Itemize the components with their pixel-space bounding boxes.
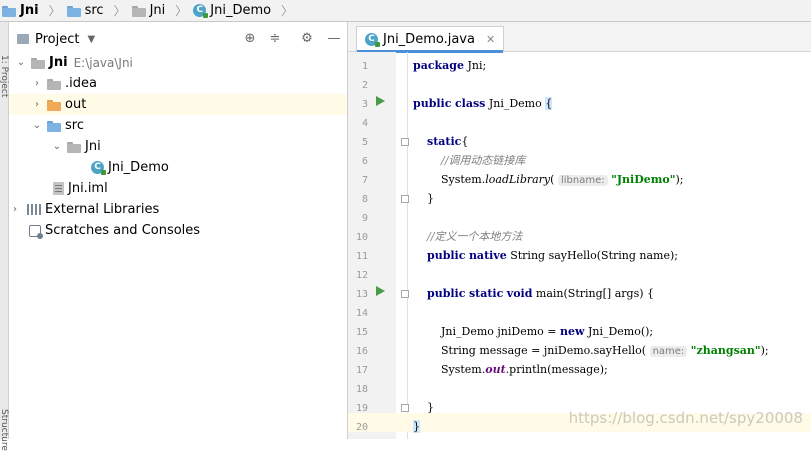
code-line-5: static{ [427, 135, 469, 148]
line-number: 14 [355, 308, 368, 319]
chevron-right-icon[interactable]: › [31, 78, 43, 89]
code-line-8: } [427, 192, 434, 205]
watermark: https://blog.csdn.net/spy20008 [568, 409, 803, 427]
code-line-17: System.out.println(message); [440, 363, 608, 376]
close-icon[interactable]: ✕ [486, 33, 495, 46]
chevron-right-icon: 〉 [48, 4, 61, 18]
tree-item-jni-demo[interactable]: C Jni_Demo [9, 157, 347, 178]
package-folder-icon [131, 5, 146, 17]
line-number: 3 [361, 99, 368, 110]
code-line-10: //定义一个本地方法 [427, 230, 523, 243]
chevron-down-icon[interactable]: ⌄ [51, 141, 63, 152]
code-line-15: Jni_Demo jniDemo = new Jni_Demo(); [440, 325, 654, 338]
parameter-hint: name: [649, 346, 688, 357]
java-class-icon: C [365, 33, 380, 47]
tree-item-src[interactable]: ⌄ src [9, 115, 347, 136]
excluded-folder-icon [47, 99, 61, 111]
code-line-11: public native String sayHello(String nam… [427, 249, 678, 262]
breadcrumb-item-src[interactable]: src 〉 [66, 2, 132, 19]
breadcrumb-item-class[interactable]: C Jni_Demo 〉 [193, 2, 299, 19]
java-class-icon: C [91, 161, 106, 175]
chevron-down-icon[interactable]: ⌄ [15, 57, 27, 68]
tree-item-module-jni[interactable]: ⌄ Jni E:\java\Jni [9, 52, 347, 73]
tree-item-idea[interactable]: › .idea [9, 73, 347, 94]
line-number: 1 [361, 61, 368, 72]
gear-icon[interactable]: ⚙ [299, 31, 315, 47]
project-view-selector[interactable]: Project [35, 32, 79, 47]
line-number: 6 [361, 156, 368, 167]
package-folder-icon [67, 141, 81, 153]
line-number: 18 [355, 384, 368, 395]
module-folder-icon [31, 57, 45, 69]
code-line-13: public static void main(String[] args) { [427, 287, 655, 300]
code-line-1: package Jni; [413, 59, 487, 72]
line-number: 11 [355, 251, 368, 262]
project-icon [17, 34, 29, 44]
line-number: 12 [355, 270, 368, 281]
tree-item-jni-iml[interactable]: Jni.iml [9, 178, 347, 199]
run-icon[interactable] [376, 96, 385, 106]
chevron-right-icon: 〉 [281, 4, 294, 18]
minimize-icon[interactable]: — [326, 31, 342, 47]
line-number: 7 [361, 175, 368, 186]
scratches-icon [29, 224, 43, 239]
chevron-right-icon[interactable]: › [31, 99, 43, 110]
tree-item-package-jni[interactable]: ⌄ Jni [9, 136, 347, 157]
line-number: 15 [355, 327, 368, 338]
chevron-right-icon: 〉 [175, 4, 188, 18]
line-number: 19 [355, 403, 368, 414]
editor-tab-bar: C Jni_Demo.java ✕ [348, 22, 811, 53]
parameter-hint: libname: [557, 175, 608, 186]
chevron-right-icon: 〉 [113, 4, 126, 18]
java-class-icon: C [193, 4, 209, 18]
tab-jni-demo-java[interactable]: C Jni_Demo.java ✕ [356, 26, 505, 53]
tree-item-external-libraries[interactable]: › External Libraries [9, 199, 347, 220]
breadcrumb-item-package[interactable]: Jni 〉 [131, 2, 194, 19]
folder-icon [47, 78, 61, 90]
module-file-icon [53, 182, 64, 195]
project-tool-window-label[interactable]: 1: Project [0, 55, 9, 97]
structure-tool-window-label[interactable]: Structure [0, 409, 9, 451]
source-folder-icon [47, 120, 61, 132]
line-number: 20 [355, 422, 368, 433]
caret-down-icon[interactable]: ▼ [87, 34, 95, 45]
line-number: 2 [361, 80, 368, 91]
line-number: 10 [355, 232, 368, 243]
collapse-all-icon[interactable]: ≑ [267, 31, 283, 47]
line-number: 16 [355, 346, 368, 357]
library-icon [27, 204, 41, 215]
tree-item-scratches[interactable]: Scratches and Consoles [9, 220, 347, 241]
code-line-7: System.loadLibrary( libname: "JniDemo"); [440, 173, 684, 186]
code-editor[interactable]: package Jni; public class Jni_Demo { sta… [408, 52, 811, 439]
project-tree: ⌄ Jni E:\java\Jni › .idea › out ⌄ src ⌄ … [9, 52, 347, 241]
locate-icon[interactable]: ⊕ [242, 31, 258, 47]
breadcrumb: Jni 〉 src 〉 Jni 〉 C Jni_Demo 〉 [0, 0, 811, 22]
code-line-16: String message = jniDemo.sayHello( name:… [440, 344, 769, 357]
project-panel-header: Project ▼ [9, 27, 347, 51]
line-number: 4 [361, 118, 368, 129]
tree-item-out[interactable]: › out [9, 94, 347, 115]
code-line-3: public class Jni_Demo { [413, 97, 553, 110]
line-number: 8 [361, 194, 368, 205]
code-line-6: //调用动态链接库 [440, 154, 526, 167]
line-number: 9 [361, 213, 368, 224]
folder-icon [66, 5, 81, 17]
module-folder-icon [2, 5, 16, 17]
left-tool-strip: 1: Project Structure [0, 22, 9, 451]
breadcrumb-item-module[interactable]: Jni 〉 [2, 2, 67, 19]
chevron-right-icon[interactable]: › [9, 204, 21, 215]
line-number: 5 [361, 137, 368, 148]
line-number: 17 [355, 365, 368, 376]
line-number: 13 [355, 289, 368, 300]
run-icon[interactable] [376, 286, 385, 296]
chevron-down-icon[interactable]: ⌄ [31, 120, 43, 131]
